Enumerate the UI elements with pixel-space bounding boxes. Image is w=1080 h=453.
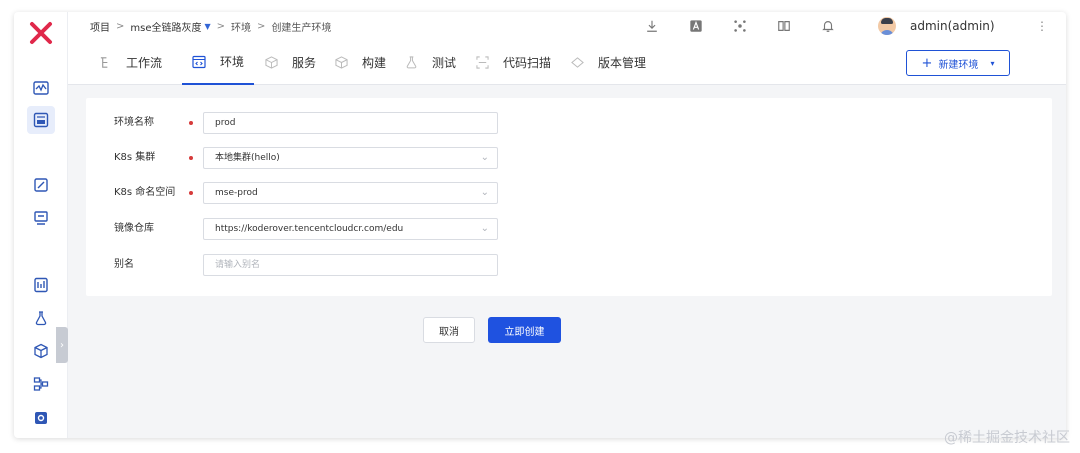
required-marker bbox=[189, 121, 193, 125]
sidebar: › bbox=[14, 12, 68, 438]
chevron-down-icon[interactable]: ▼ bbox=[205, 22, 211, 31]
namespace-value: mse-prod bbox=[215, 188, 258, 198]
screen-icon[interactable] bbox=[27, 204, 55, 232]
breadcrumb-section[interactable]: 环境 bbox=[231, 19, 251, 34]
namespace-select[interactable]: mse-prod ⌄ bbox=[203, 182, 498, 204]
topology-icon[interactable] bbox=[27, 370, 55, 398]
form-row-env-name: 环境名称 prod bbox=[86, 112, 1052, 134]
tab-label: 工作流 bbox=[126, 56, 163, 70]
monitor-icon[interactable] bbox=[27, 74, 55, 102]
tab-bar: 工作流 环境 服务 构建 测试 代码扫描 版本管理 + 新建环境 ▾ bbox=[68, 40, 1066, 85]
tab-label: 测试 bbox=[432, 56, 457, 70]
logo-icon[interactable] bbox=[28, 20, 54, 46]
service-icon bbox=[264, 56, 278, 70]
breadcrumb-separator: > bbox=[216, 20, 226, 32]
env-name-label: 环境名称 bbox=[114, 117, 154, 128]
breadcrumb: 项目 > mse全链路灰度 ▼ > 环境 > 创建生产环境 bbox=[90, 19, 331, 34]
breadcrumb-project[interactable]: mse全链路灰度 bbox=[130, 19, 201, 34]
chevron-down-icon: ⌄ bbox=[480, 187, 489, 198]
plus-icon: + bbox=[921, 55, 933, 71]
tab-label: 代码扫描 bbox=[503, 56, 552, 70]
top-toolbar bbox=[644, 12, 864, 40]
alias-input[interactable]: 请输入别名 bbox=[203, 254, 498, 276]
registry-value: https://koderover.tencentcloudcr.com/edu bbox=[215, 224, 404, 234]
sidebar-collapse-handle[interactable]: › bbox=[56, 327, 68, 363]
report-icon[interactable] bbox=[27, 271, 55, 299]
alias-label: 别名 bbox=[114, 259, 134, 270]
avatar bbox=[878, 17, 896, 35]
network-icon[interactable] bbox=[732, 18, 748, 34]
version-icon bbox=[570, 56, 584, 70]
edit-doc-icon[interactable] bbox=[27, 171, 55, 199]
tab-environment[interactable]: 环境 bbox=[182, 40, 255, 85]
user-name: admin(admin) bbox=[910, 19, 995, 33]
settings-icon[interactable] bbox=[27, 404, 55, 432]
form-row-registry: 镜像仓库 https://koderover.tencentcloudcr.co… bbox=[86, 218, 1052, 240]
required-marker bbox=[189, 156, 193, 160]
book-icon[interactable] bbox=[776, 18, 792, 34]
app-window: › 项目 > mse全链路灰度 ▼ > 环境 > 创建生产环境 admin(ad… bbox=[14, 12, 1066, 438]
watermark: @稀土掘金技术社区 bbox=[944, 430, 1070, 446]
tab-code-scan[interactable]: 代码扫描 bbox=[475, 40, 551, 85]
tab-label: 环境 bbox=[220, 55, 245, 69]
more-vertical-icon[interactable]: ⋮ bbox=[1036, 12, 1048, 40]
download-icon[interactable] bbox=[644, 18, 660, 34]
breadcrumb-current: 创建生产环境 bbox=[271, 22, 332, 34]
package-icon[interactable] bbox=[27, 337, 55, 365]
tab-test[interactable]: 测试 bbox=[404, 40, 456, 85]
project-icon[interactable] bbox=[27, 106, 55, 134]
tab-workflow[interactable]: 工作流 bbox=[98, 40, 162, 85]
breadcrumb-separator: > bbox=[257, 20, 266, 32]
registry-select[interactable]: https://koderover.tencentcloudcr.com/edu… bbox=[203, 218, 498, 240]
build-icon bbox=[334, 56, 348, 70]
chevron-down-icon: ⌄ bbox=[480, 152, 489, 163]
translate-icon[interactable] bbox=[688, 18, 704, 34]
bell-icon[interactable] bbox=[820, 18, 836, 34]
create-environment-form: 环境名称 prod K8s 集群 本地集群(hello) ⌄ K8s 命名空间 … bbox=[86, 98, 1052, 296]
flask-icon[interactable] bbox=[27, 304, 55, 332]
form-row-alias: 别名 请输入别名 bbox=[86, 254, 1052, 276]
breadcrumb-separator: > bbox=[116, 20, 125, 32]
cluster-select[interactable]: 本地集群(hello) ⌄ bbox=[203, 147, 498, 169]
new-environment-label: 新建环境 bbox=[938, 59, 979, 71]
form-row-cluster: K8s 集群 本地集群(hello) ⌄ bbox=[86, 147, 1052, 169]
tab-label: 版本管理 bbox=[598, 56, 647, 70]
workflow-icon bbox=[98, 56, 112, 70]
tab-service[interactable]: 服务 bbox=[264, 40, 316, 85]
cluster-label: K8s 集群 bbox=[114, 152, 156, 163]
test-icon bbox=[404, 56, 418, 70]
cluster-value: 本地集群(hello) bbox=[215, 153, 280, 163]
new-environment-button[interactable]: + 新建环境 ▾ bbox=[906, 50, 1010, 76]
form-actions: 取消 立即创建 bbox=[423, 317, 561, 343]
cancel-button[interactable]: 取消 bbox=[423, 317, 475, 343]
tab-label: 构建 bbox=[362, 56, 387, 70]
form-row-namespace: K8s 命名空间 mse-prod ⌄ bbox=[86, 182, 1052, 204]
code-scan-icon bbox=[475, 56, 489, 70]
tab-version[interactable]: 版本管理 bbox=[570, 40, 646, 85]
env-name-input[interactable]: prod bbox=[203, 112, 498, 134]
chevron-down-icon: ▾ bbox=[990, 58, 995, 68]
required-marker bbox=[189, 191, 193, 195]
namespace-label: K8s 命名空间 bbox=[114, 187, 176, 198]
breadcrumb-root[interactable]: 项目 bbox=[90, 19, 110, 34]
tab-build[interactable]: 构建 bbox=[334, 40, 386, 85]
environment-icon bbox=[192, 55, 206, 69]
user-menu[interactable]: admin(admin) bbox=[878, 12, 995, 40]
tab-label: 服务 bbox=[292, 56, 317, 70]
top-bar: 项目 > mse全链路灰度 ▼ > 环境 > 创建生产环境 admin(admi… bbox=[68, 12, 1066, 40]
chevron-down-icon: ⌄ bbox=[480, 223, 489, 234]
registry-label: 镜像仓库 bbox=[114, 223, 154, 234]
create-button[interactable]: 立即创建 bbox=[488, 317, 561, 343]
